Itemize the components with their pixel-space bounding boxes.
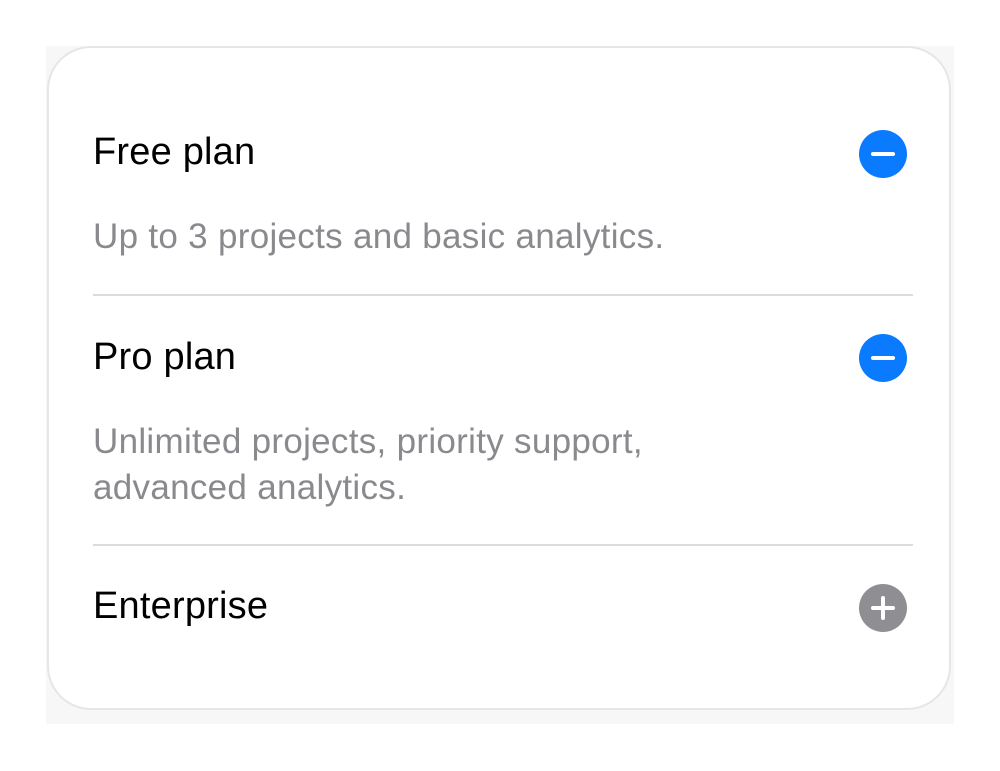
collapse-free-plan-button[interactable] [859, 130, 907, 178]
accordion-item-title[interactable]: Free plan [93, 129, 255, 175]
collapse-pro-plan-button[interactable] [859, 334, 907, 382]
expand-enterprise-button[interactable] [859, 584, 907, 632]
accordion-item-title[interactable]: Pro plan [93, 334, 236, 380]
divider [93, 294, 913, 296]
plans-accordion: Free plan Up to 3 projects and basic ana… [47, 46, 951, 710]
divider [93, 544, 913, 546]
accordion-item-title[interactable]: Enterprise [93, 583, 268, 629]
accordion-item-description: Up to 3 projects and basic analytics. [93, 217, 665, 256]
plus-icon-vertical [881, 596, 885, 620]
accordion-item-description: Unlimited projects, priority support, ad… [93, 422, 643, 507]
minus-icon [871, 152, 895, 156]
minus-icon [871, 356, 895, 360]
